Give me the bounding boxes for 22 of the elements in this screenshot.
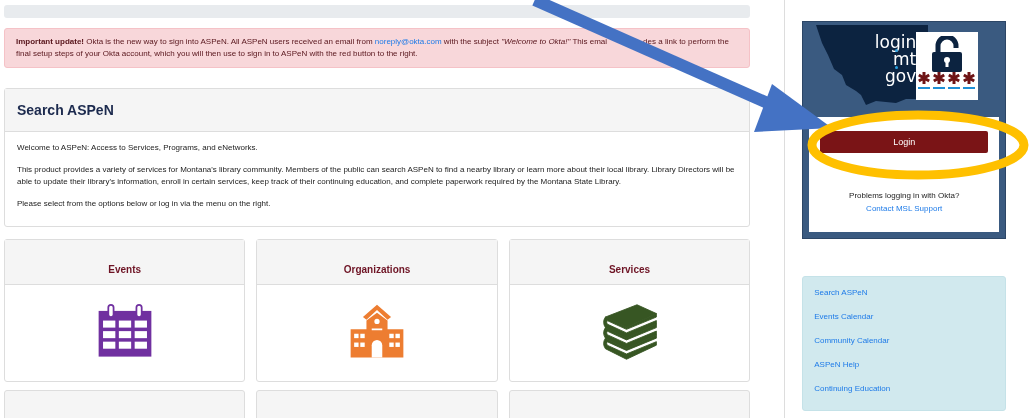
- dot-icon: [895, 49, 899, 52]
- help-text: Problems logging in with Okta?: [849, 191, 960, 200]
- paragraph: This product provides a variety of services for Montana's library community. Members of the public can search ASPeN to find a nearby library or learn more about their local library. Library Directors will be able to update their library's information, enroll in certain services, keep track of their continuing education, and complete paperwork required by the Montana State Library.: [17, 164, 736, 188]
- logo-text: mt: [892, 52, 917, 66]
- category-card[interactable]: Services: [508, 239, 751, 382]
- card-title[interactable]: Events: [108, 263, 142, 275]
- nav-link[interactable]: ASPeN Help: [814, 360, 995, 370]
- lock-icon: [930, 36, 965, 72]
- login-button[interactable]: Login: [820, 131, 989, 153]
- category-card[interactable]: Organizations: [256, 239, 498, 382]
- nav-link[interactable]: Search ASPeN: [814, 288, 995, 298]
- category-card[interactable]: Events: [4, 239, 246, 382]
- panel-title: Search ASPeN: [17, 102, 114, 118]
- nav-link[interactable]: Events Calendar: [814, 312, 995, 322]
- paragraph: Welcome to ASPeN: Access to Services, Programs, and eNetworks.: [17, 142, 259, 154]
- paragraph: Please select from the options below or log in via the menu on the right.: [17, 198, 272, 210]
- nav-link[interactable]: Continuing Education: [814, 384, 995, 394]
- nav-link[interactable]: Community Calendar: [814, 336, 995, 346]
- support-link[interactable]: Contact MSL Support: [866, 204, 943, 213]
- card-title[interactable]: Organizations: [343, 263, 411, 275]
- dot-icon: [895, 66, 899, 69]
- card-title[interactable]: Services: [608, 263, 651, 275]
